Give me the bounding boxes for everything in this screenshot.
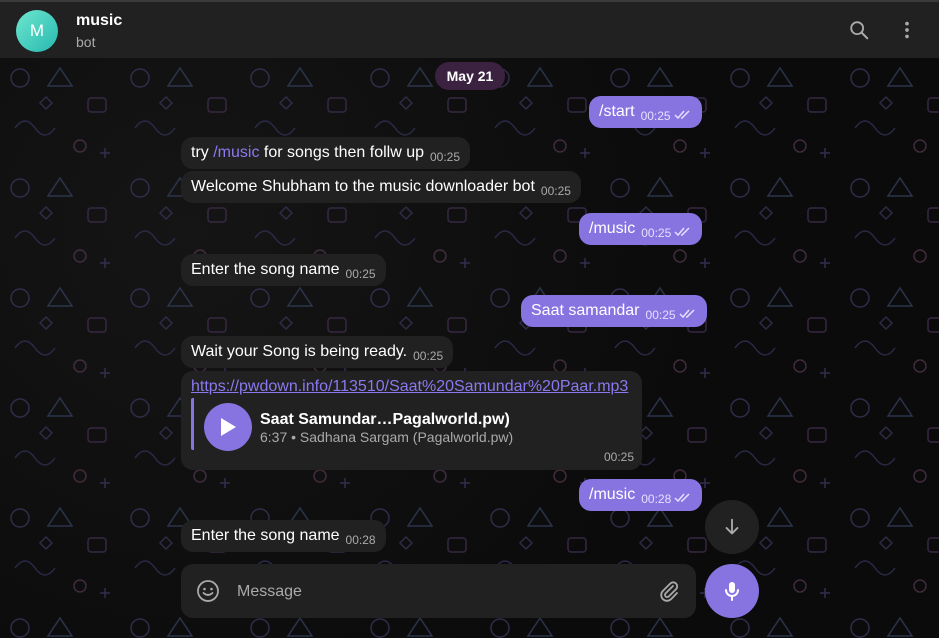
message-text: /start bbox=[599, 103, 635, 120]
message-time: 00:28 bbox=[345, 533, 376, 547]
message-incoming-audio[interactable]: https://pwdown.info/113510/Saat%20Samund… bbox=[181, 371, 642, 470]
message-text-suffix: for songs then follw up bbox=[259, 144, 424, 161]
smile-icon[interactable] bbox=[195, 578, 221, 604]
chat-title[interactable]: music bbox=[76, 12, 122, 30]
chat-header: M music bot bbox=[0, 0, 939, 58]
audio-title: Saat Samundar…Pagalworld.pw) bbox=[260, 411, 510, 428]
avatar[interactable]: M bbox=[16, 10, 58, 52]
chat-subtitle: bot bbox=[76, 34, 96, 50]
message-outgoing[interactable]: /music 00:25 bbox=[579, 213, 703, 245]
message-text: Wait your Song is being ready. bbox=[191, 343, 408, 360]
message-input[interactable] bbox=[235, 580, 639, 604]
audio-meta: 6:37 • Sadhana Sargam (Pagalworld.pw) bbox=[260, 429, 514, 445]
message-time: 00:25 bbox=[641, 226, 672, 240]
message-incoming[interactable]: Enter the song name 00:28 bbox=[181, 520, 386, 552]
message-text: /music bbox=[589, 220, 636, 237]
message-incoming[interactable]: try /music for songs then follw up 00:25 bbox=[181, 137, 471, 169]
microphone-icon bbox=[725, 582, 739, 601]
search-icon[interactable] bbox=[847, 18, 871, 42]
message-composer bbox=[181, 564, 696, 618]
message-text: Welcome Shubham to the music downloader … bbox=[191, 178, 535, 195]
double-check-icon bbox=[674, 223, 692, 243]
double-check-icon bbox=[674, 489, 692, 509]
message-outgoing[interactable]: /music 00:28 bbox=[579, 479, 703, 511]
message-time: 00:25 bbox=[603, 450, 634, 464]
message-outgoing[interactable]: Saat samandar 00:25 bbox=[521, 295, 707, 327]
microphone-button[interactable] bbox=[705, 564, 759, 618]
message-text: Enter the song name bbox=[191, 527, 340, 544]
double-check-icon bbox=[674, 106, 692, 126]
message-text: Saat samandar bbox=[531, 302, 640, 319]
message-time: 00:25 bbox=[430, 150, 461, 164]
date-chip: May 21 bbox=[435, 62, 505, 90]
message-text: /music bbox=[589, 486, 636, 503]
bot-command-link[interactable]: /music bbox=[213, 143, 259, 163]
double-check-icon bbox=[679, 305, 697, 325]
message-incoming[interactable]: Wait your Song is being ready. 00:25 bbox=[181, 336, 454, 368]
message-incoming[interactable]: Enter the song name 00:25 bbox=[181, 254, 386, 286]
audio-preview[interactable]: Saat Samundar…Pagalworld.pw) 6:37 • Sadh… bbox=[191, 398, 634, 451]
message-time: 00:25 bbox=[540, 184, 571, 198]
more-vertical-icon[interactable] bbox=[895, 18, 919, 42]
message-incoming[interactable]: Welcome Shubham to the music downloader … bbox=[181, 171, 581, 203]
message-time: 00:25 bbox=[345, 267, 376, 281]
message-time: 00:25 bbox=[645, 308, 676, 322]
message-time: 00:28 bbox=[641, 492, 672, 506]
play-icon bbox=[221, 418, 236, 436]
message-text-prefix: try bbox=[191, 144, 214, 161]
telegram-window: M music bot May 21 /start 00:25 try /mus… bbox=[0, 0, 939, 638]
message-time: 00:25 bbox=[640, 109, 671, 123]
message-time: 00:25 bbox=[413, 349, 444, 363]
scroll-down-button[interactable] bbox=[705, 500, 759, 554]
audio-link[interactable]: https://pwdown.info/113510/Saat%20Samund… bbox=[191, 377, 628, 397]
paperclip-icon[interactable] bbox=[656, 578, 682, 604]
message-text: Enter the song name bbox=[191, 261, 340, 278]
arrow-down-icon bbox=[725, 518, 739, 535]
play-button[interactable] bbox=[204, 403, 252, 451]
message-outgoing[interactable]: /start 00:25 bbox=[589, 96, 702, 128]
